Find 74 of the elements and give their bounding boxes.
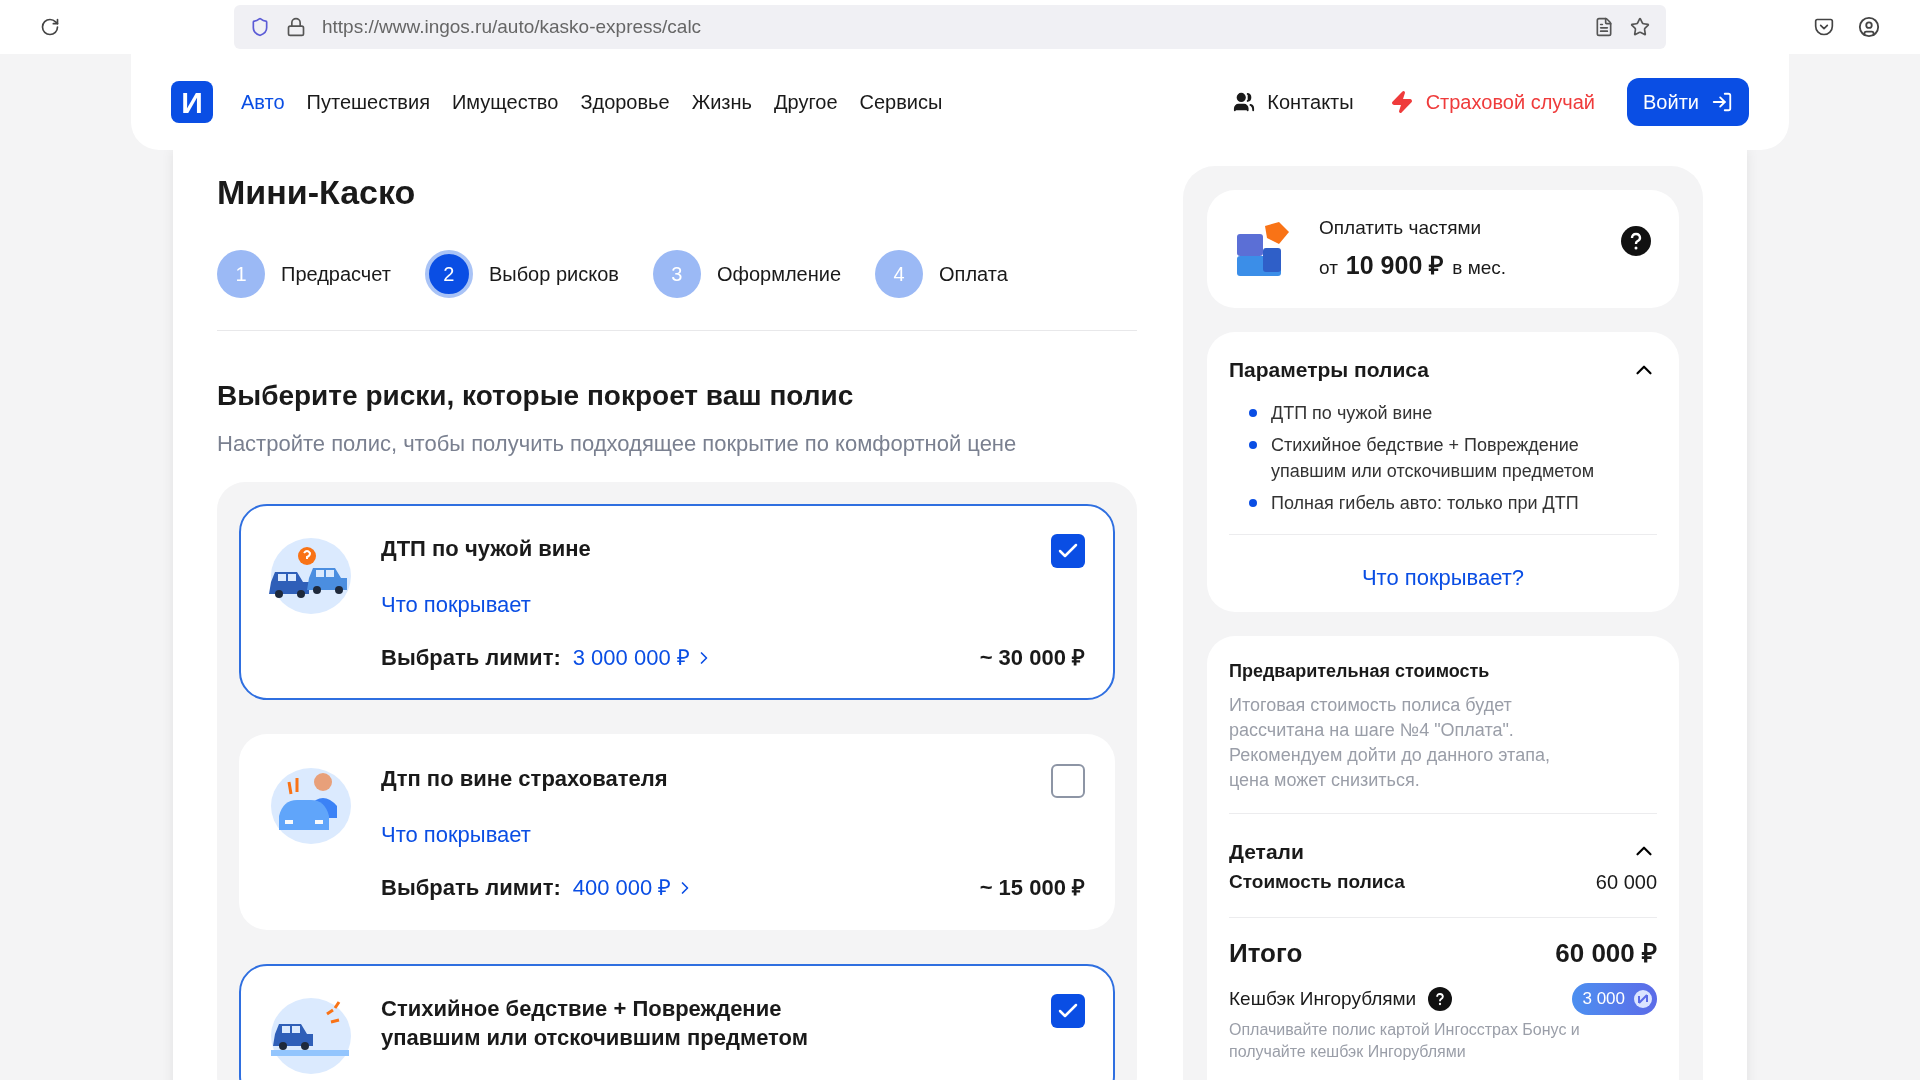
logo[interactable]: И — [171, 81, 213, 123]
cashback-badge: 3 000 — [1572, 983, 1657, 1015]
login-button[interactable]: Войти — [1627, 78, 1749, 126]
param-item: ДТП по чужой вине — [1271, 401, 1433, 425]
risk-title: Стихийное бедствие + Повреждение упавшим или отскочившим предметом — [381, 995, 809, 1052]
bullet-icon — [1249, 440, 1257, 449]
params-title: Параметры полиса — [1229, 357, 1429, 383]
bullet-icon — [1249, 498, 1257, 507]
bookmark-star-icon[interactable] — [1630, 17, 1650, 37]
installments-title: Оплатить частями — [1319, 216, 1483, 240]
bullet-icon — [1249, 408, 1257, 417]
cashback-note: Оплачивайте полис картой Ингосстрах Бонус и получайте кешбэк Ингорублями — [1229, 1020, 1581, 1062]
nav-link[interactable]: Авто — [241, 87, 285, 117]
checkbox[interactable] — [1051, 764, 1085, 798]
contacts-link[interactable]: Контакты — [1233, 87, 1354, 117]
address-bar[interactable]: https://www.ingos.ru/auto/kasko-express/calc — [234, 5, 1666, 49]
section-heading: Выберите риски, которые покроет ваш полис — [217, 379, 855, 413]
price-prefix: от — [1319, 255, 1338, 280]
coverage-link[interactable]: Что покрывает — [381, 588, 531, 621]
step-number: 1 — [217, 250, 265, 298]
page-title: Мини-Каско — [217, 172, 417, 212]
step-number: 2 — [424, 250, 473, 298]
step-number: 3 — [652, 250, 701, 298]
coverage-link[interactable]: Что покрывает? — [1361, 560, 1525, 594]
risk-price: ~ 30 000 ₽ — [979, 644, 1085, 672]
coverage-link[interactable]: Что покрывает — [381, 818, 531, 851]
puzzle-icon — [1235, 220, 1291, 278]
nav-link[interactable]: Путешествия — [306, 87, 430, 117]
checkbox[interactable] — [1051, 994, 1085, 1028]
section-subtitle: Настройте полис, чтобы получить подходящее покрытие по комфортной цене — [217, 430, 1018, 458]
cashback-label: Кешбэк Ингорублями — [1229, 986, 1417, 1011]
price-note: Итоговая стоимость полиса будет рассчитана на шаге №4 "Оплата". Рекомендуем дойти до данного этапа, цена может снизиться. — [1229, 692, 1657, 814]
nav-link[interactable]: Сервисы — [859, 87, 943, 117]
nav-link[interactable]: Здоровье — [580, 87, 670, 117]
total-label: Итого — [1229, 937, 1303, 970]
detail-value: 60 000 — [1595, 870, 1657, 895]
risk-title: ДТП по чужой вине — [381, 535, 591, 563]
insured-event-link[interactable]: Страховой случай — [1389, 87, 1596, 117]
nav-link[interactable]: Имущество — [452, 87, 559, 117]
details-title: Детали — [1229, 838, 1304, 865]
price-suffix: в мес. — [1452, 255, 1507, 280]
checkbox[interactable] — [1051, 534, 1085, 568]
step-label: Предрасчет — [281, 262, 391, 287]
step-label: Оплата — [939, 262, 1008, 287]
nav-link[interactable]: Жизнь — [691, 87, 752, 117]
step-label: Выбор рисков — [488, 262, 619, 287]
limit-link[interactable]: 400 000 ₽ — [572, 871, 696, 904]
reader-view-icon[interactable] — [1594, 17, 1614, 37]
param-item: Полная гибель авто: только при ДТП — [1271, 491, 1579, 515]
limit-label: Выбрать лимит: — [381, 644, 561, 672]
help-icon[interactable] — [1428, 987, 1453, 1011]
shield-icon[interactable] — [250, 17, 270, 37]
step-number: 4 — [875, 250, 924, 298]
coin-icon — [1633, 989, 1653, 1009]
detail-label: Стоимость полиса — [1229, 869, 1405, 894]
sign-in-icon — [1711, 91, 1733, 113]
people-icon — [1233, 91, 1256, 113]
lock-icon — [286, 17, 306, 37]
step-label: Оформление — [716, 262, 842, 287]
lightning-icon — [1389, 90, 1414, 114]
nav-link[interactable]: Другое — [773, 87, 838, 117]
help-icon[interactable] — [1621, 226, 1651, 256]
risk-price: ~ 15 000 ₽ — [979, 874, 1085, 902]
risk-title: Дтп по вине страхователя — [381, 765, 668, 793]
account-icon[interactable] — [1858, 16, 1880, 38]
url-text: https://www.ingos.ru/auto/kasko-express/calc — [322, 14, 703, 39]
total-value: 60 000 ₽ — [1555, 937, 1657, 970]
param-item: Стихийное бедствие + Повреждение упавшим или отскочившим предметом — [1271, 433, 1596, 483]
price-title: Предварительная стоимость — [1229, 659, 1491, 683]
pocket-icon[interactable] — [1814, 17, 1834, 37]
reload-icon[interactable] — [40, 17, 60, 37]
limit-link[interactable]: 3 000 000 ₽ — [572, 641, 714, 674]
installment-amount: 10 900 ₽ — [1345, 249, 1445, 281]
limit-label: Выбрать лимит: — [381, 874, 561, 902]
